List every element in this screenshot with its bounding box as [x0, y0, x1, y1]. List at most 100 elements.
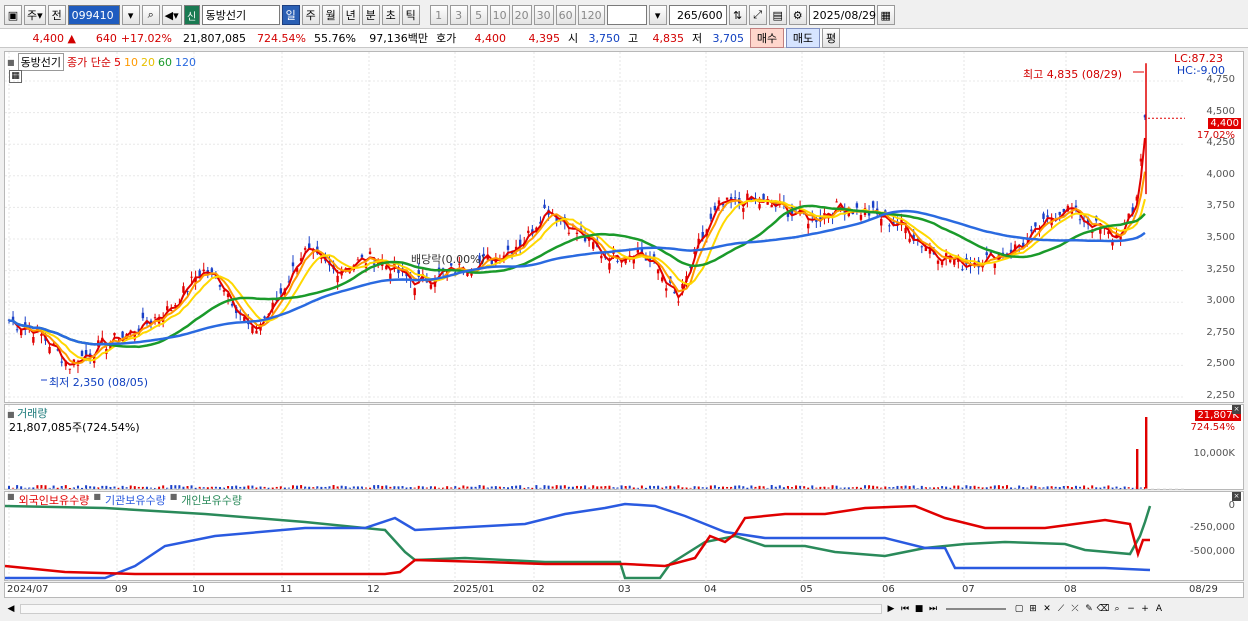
- zoom-out-icon[interactable]: −: [1124, 602, 1138, 616]
- volume-bar: [1095, 487, 1098, 489]
- grid-toggle-icon[interactable]: ▦: [9, 70, 22, 83]
- volume-bar: [709, 485, 712, 489]
- custom-mult-input[interactable]: [606, 5, 647, 25]
- mult-60[interactable]: 60: [555, 5, 576, 25]
- zoom-icon[interactable]: ⌕: [1110, 602, 1124, 616]
- volume-bar: [571, 486, 574, 489]
- draw-tools-icon[interactable]: ⤢: [748, 5, 767, 25]
- stock-code-input[interactable]: 099410: [67, 5, 120, 25]
- stop-icon[interactable]: ■: [912, 602, 926, 616]
- cross-icon[interactable]: ✕: [1040, 602, 1054, 616]
- low-price: 3,705: [712, 31, 745, 45]
- volume-bar: [807, 487, 810, 489]
- price-candle-body: [527, 230, 530, 233]
- price-y-tick: 3,250: [1206, 263, 1235, 275]
- count-field[interactable]: 265/600: [668, 5, 727, 25]
- zoom-slider[interactable]: [946, 608, 1006, 610]
- scroll-right-icon[interactable]: ▶: [884, 602, 898, 616]
- holdings-marker-icon: ■: [93, 492, 101, 501]
- period-dropdown[interactable]: 주 ▾: [24, 5, 46, 25]
- date-field[interactable]: 2025/08/29: [808, 5, 876, 25]
- legend-ma-label: 종가 단순: [67, 56, 112, 69]
- price-candle-body: [368, 251, 372, 255]
- speaker-icon[interactable]: ◀▾: [161, 5, 182, 25]
- chart-tools-icon[interactable]: ⇅: [728, 5, 747, 25]
- volume-bar: [170, 485, 173, 489]
- volume-bar: [669, 485, 672, 489]
- interval-tick[interactable]: 틱: [401, 5, 420, 25]
- mult-120[interactable]: 120: [577, 5, 605, 25]
- legend-ma-5: 5: [114, 55, 122, 69]
- page-first-icon[interactable]: ⏮: [898, 602, 912, 616]
- open-label: 시: [568, 32, 579, 45]
- scroll-track[interactable]: [20, 604, 882, 614]
- x-axis-label: 2025/01: [453, 584, 495, 595]
- fib-icon[interactable]: ⤫: [1068, 602, 1082, 616]
- price-candle-body: [279, 288, 283, 294]
- custom-mult-dropdown-icon[interactable]: ▾: [648, 5, 667, 25]
- layout-icon[interactable]: ▢: [1012, 602, 1026, 616]
- price-chart-panel[interactable]: ■ 동방선기 종가 단순 5 10 20 60 120 ▦ LC:87.23 H…: [4, 51, 1245, 404]
- open-price: 3,750: [588, 31, 621, 45]
- mult-3[interactable]: 3: [449, 5, 468, 25]
- calendar-icon[interactable]: ▦: [876, 5, 895, 25]
- volume-bar-spike: [1136, 449, 1139, 489]
- interval-minute[interactable]: 분: [361, 5, 380, 25]
- volume-close-icon[interactable]: ×: [1232, 405, 1241, 414]
- indicator-icon[interactable]: ▤: [768, 5, 787, 25]
- volume-bar: [965, 485, 968, 489]
- volume-bar: [231, 486, 234, 489]
- auto-icon[interactable]: A: [1152, 602, 1166, 616]
- sell-button[interactable]: 매도: [786, 28, 820, 48]
- scroll-bar[interactable]: ◀ ▶ ⏮ ■ ⏭ ▢ ⊞ ✕ ⟋ ⤫ ✎ ⌫ ⌕ − + A: [0, 600, 1248, 618]
- volume-bar: [1022, 487, 1025, 489]
- eval-button[interactable]: 평: [822, 28, 840, 48]
- settings-gear-icon[interactable]: ⚙: [788, 5, 807, 25]
- holdings-tick-0: 0: [1228, 500, 1235, 511]
- interval-week[interactable]: 주: [301, 5, 320, 25]
- holdings-close-icon[interactable]: ×: [1232, 492, 1241, 501]
- volume-bar: [320, 486, 323, 489]
- zoom-in-icon[interactable]: +: [1138, 602, 1152, 616]
- legend-stock-name[interactable]: 동방선기: [17, 53, 65, 71]
- text-icon[interactable]: ✎: [1082, 602, 1096, 616]
- volume-bar: [592, 485, 595, 489]
- page-last-icon[interactable]: ⏭: [926, 602, 940, 616]
- mult-1[interactable]: 1: [429, 5, 448, 25]
- mult-10[interactable]: 10: [489, 5, 510, 25]
- volume-panel[interactable]: ■ 거래량 21,807,085주(724.54%) 21,807K 724.5…: [4, 404, 1245, 491]
- volume-bar: [482, 485, 485, 489]
- mult-30[interactable]: 30: [533, 5, 554, 25]
- volume-bar: [640, 485, 643, 489]
- volume-chart-canvas[interactable]: [5, 405, 1245, 491]
- erase-icon[interactable]: ⌫: [1096, 602, 1110, 616]
- buy-button[interactable]: 매수: [750, 28, 784, 48]
- volume-bar: [433, 486, 436, 489]
- interval-month[interactable]: 월: [321, 5, 340, 25]
- price-candle-body: [76, 364, 80, 366]
- volume-bar: [462, 485, 465, 489]
- price-chart-canvas[interactable]: [5, 52, 1245, 404]
- prev-button[interactable]: 전: [47, 5, 66, 25]
- mult-5[interactable]: 5: [469, 5, 488, 25]
- price-candle-body: [888, 225, 891, 227]
- holdings-panel[interactable]: ■ 외국인보유수량 ■ 기관보유수량 ■ 개인보유수량 0 -250,000 -…: [4, 491, 1244, 582]
- price-candle-body: [713, 205, 717, 210]
- price-candle-body: [908, 238, 911, 242]
- mult-20[interactable]: 20: [511, 5, 532, 25]
- window-menu-icon[interactable]: ▣: [4, 5, 22, 25]
- volume-bar: [356, 486, 359, 489]
- scroll-left-icon[interactable]: ◀: [4, 602, 18, 616]
- price-candle-body: [40, 333, 43, 336]
- interval-day[interactable]: 일: [281, 5, 300, 25]
- price-candle-body: [575, 232, 579, 234]
- volume-bar: [85, 485, 88, 489]
- line-icon[interactable]: ⟋: [1054, 602, 1068, 616]
- split-icon[interactable]: ⊞: [1026, 602, 1040, 616]
- stock-name-field[interactable]: 동방선기: [201, 5, 280, 25]
- code-dropdown-icon[interactable]: ▾: [121, 5, 140, 25]
- interval-year[interactable]: 년: [341, 5, 360, 25]
- volume-bar: [1091, 485, 1094, 489]
- search-icon[interactable]: ⌕: [141, 5, 160, 25]
- interval-second[interactable]: 초: [381, 5, 400, 25]
